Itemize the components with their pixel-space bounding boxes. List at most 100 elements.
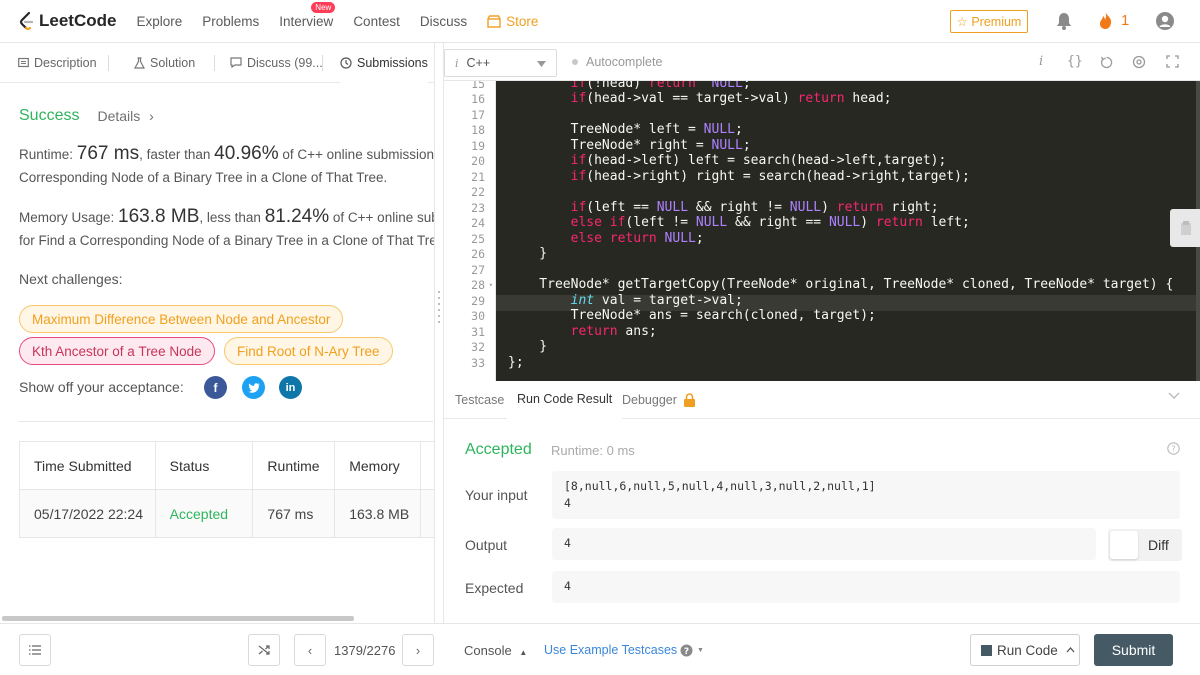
- next-problem-button[interactable]: ›: [402, 634, 434, 666]
- use-example-testcases-link[interactable]: Use Example Testcases: [544, 643, 677, 657]
- table-row[interactable]: 05/17/2022 22:24 Accepted 767 ms 163.8 M…: [20, 490, 434, 538]
- code-line: }: [508, 339, 548, 354]
- editor-toolbar: i C++ Autocomplete i {}: [444, 43, 1200, 81]
- code-line: if(head->val == target->val) return head…: [570, 91, 892, 106]
- run-result-runtime: Runtime: 0 ms: [551, 443, 635, 458]
- runtime-mid: , faster than: [139, 147, 211, 162]
- details-link[interactable]: Details ›: [97, 108, 153, 124]
- pane-splitter[interactable]: [434, 43, 444, 623]
- tab-debugger[interactable]: Debugger: [612, 381, 706, 419]
- twitter-icon[interactable]: [242, 376, 265, 399]
- line-number: 19: [471, 139, 485, 153]
- autocomplete-toggle[interactable]: Autocomplete: [572, 55, 662, 69]
- diff-toggle[interactable]: Diff: [1108, 529, 1182, 561]
- challenge-chip[interactable]: Maximum Difference Between Node and Ance…: [19, 305, 344, 333]
- store-label: Store: [506, 13, 539, 29]
- caret-down-icon: ▼: [697, 647, 704, 654]
- tab-discuss-label: Discuss (99...: [247, 55, 323, 70]
- language-value: C++: [466, 56, 491, 70]
- tab-discuss[interactable]: Discuss (99...: [230, 43, 323, 83]
- bottom-bar: ‹ 1379/2276 › Console ▲ Use Example Test…: [0, 623, 1200, 675]
- expected-box: 4: [552, 571, 1180, 603]
- showoff-label: Show off your acceptance:: [19, 379, 184, 395]
- horizontal-scrollbar[interactable]: [2, 616, 354, 621]
- code-line: };: [508, 355, 524, 370]
- top-navbar: LeetCode Explore Problems Interview New …: [0, 0, 1200, 43]
- code-line: if(left == NULL && right != NULL) return…: [570, 200, 939, 215]
- linkedin-icon[interactable]: in: [279, 376, 302, 399]
- col-runtime: Runtime: [253, 442, 336, 489]
- input-line: 4: [564, 496, 571, 510]
- info-icon[interactable]: i: [1039, 54, 1043, 69]
- info-icon: i: [455, 56, 459, 70]
- prev-problem-button[interactable]: ‹: [294, 634, 326, 666]
- console-toggle[interactable]: Console ▲: [464, 643, 527, 658]
- tab-submissions[interactable]: Submissions: [340, 43, 428, 83]
- problem-list-button[interactable]: [19, 634, 51, 666]
- chevron-up-icon: [1066, 647, 1075, 653]
- settings-icon[interactable]: [1132, 55, 1146, 69]
- twitter-bird-icon: [247, 382, 259, 393]
- braces-icon[interactable]: {}: [1067, 54, 1083, 69]
- code-line: TreeNode* right = NULL;: [508, 138, 751, 153]
- memory-summary-line2: for Find a Corresponding Node of a Binar…: [19, 233, 434, 248]
- line-number: 27: [471, 263, 485, 277]
- nav-interview[interactable]: Interview New: [279, 1, 336, 29]
- cell-memory: 163.8 MB: [335, 490, 422, 537]
- tab-testcase[interactable]: Testcase: [445, 381, 514, 419]
- memory-value: 163.8 MB: [118, 206, 200, 227]
- list-icon: [29, 645, 41, 655]
- nav-discuss[interactable]: Discuss: [420, 14, 467, 29]
- submit-button[interactable]: Submit: [1094, 634, 1173, 666]
- bell-icon[interactable]: [1056, 12, 1072, 30]
- help-icon[interactable]: ?: [1167, 442, 1180, 455]
- nav-problems[interactable]: Problems: [202, 14, 259, 29]
- fold-arrow-icon: ▾: [488, 281, 493, 289]
- challenge-chip[interactable]: Find Root of N-Ary Tree: [224, 337, 393, 365]
- output-label: Output: [465, 537, 508, 553]
- cell-status-link[interactable]: Accepted: [156, 490, 254, 537]
- challenge-chip[interactable]: Kth Ancestor of a Tree Node: [19, 337, 215, 365]
- runtime-summary-line2: Corresponding Node of a Binary Tree in a…: [19, 170, 388, 185]
- language-select[interactable]: i C++: [444, 49, 557, 77]
- reset-icon[interactable]: [1100, 56, 1113, 69]
- tab-divider: [214, 55, 215, 71]
- run-code-button[interactable]: Run Code: [970, 634, 1080, 666]
- line-number[interactable]: 28 ▾: [471, 278, 493, 292]
- tab-description-label: Description: [34, 55, 97, 70]
- fullscreen-icon[interactable]: [1166, 55, 1179, 68]
- premium-button[interactable]: ☆ Premium: [950, 10, 1028, 33]
- leetcode-logo[interactable]: LeetCode: [18, 11, 116, 31]
- svg-text:?: ?: [684, 647, 689, 657]
- streak-counter[interactable]: 1: [1098, 11, 1129, 30]
- nav-contest[interactable]: Contest: [353, 14, 400, 29]
- svg-text:?: ?: [1171, 445, 1175, 454]
- tab-solution[interactable]: Solution: [134, 43, 195, 83]
- tab-divider: [322, 55, 323, 71]
- nav-store[interactable]: Store: [487, 14, 538, 29]
- user-avatar-icon[interactable]: [1155, 11, 1175, 31]
- tab-description[interactable]: Description: [18, 43, 97, 83]
- chevron-right-icon: ›: [149, 108, 154, 124]
- chevron-down-icon[interactable]: [1168, 392, 1180, 400]
- code-line: else if(left != NULL && right == NULL) r…: [570, 215, 970, 230]
- tab-submissions-label: Submissions: [357, 55, 428, 70]
- chevron-right-icon: ›: [415, 642, 421, 658]
- col-extra: [421, 442, 434, 489]
- line-number: 30: [471, 309, 485, 323]
- caret-up-icon: ▲: [519, 648, 528, 657]
- runtime-tail: of C++ online submission: [282, 147, 434, 162]
- details-label: Details: [97, 108, 141, 124]
- facebook-icon[interactable]: f: [204, 376, 227, 399]
- line-number: 22: [471, 185, 485, 199]
- line-number: 16: [471, 92, 485, 106]
- code-editor[interactable]: 15 16 17 18 19 20 21 22 23 24 25 26 27 2…: [444, 81, 1200, 381]
- tab-run-code-result[interactable]: Run Code Result: [507, 381, 623, 419]
- run-result-panel: Accepted Runtime: 0 ms ? Your input [8,n…: [444, 419, 1200, 623]
- problem-page-indicator: 1379/2276: [334, 643, 396, 658]
- code-line: else return NULL;: [570, 231, 704, 246]
- help-dropdown[interactable]: ? ▼: [680, 644, 704, 657]
- side-panel-toggle[interactable]: [1170, 209, 1200, 247]
- random-problem-button[interactable]: [248, 634, 280, 666]
- nav-explore[interactable]: Explore: [136, 14, 182, 29]
